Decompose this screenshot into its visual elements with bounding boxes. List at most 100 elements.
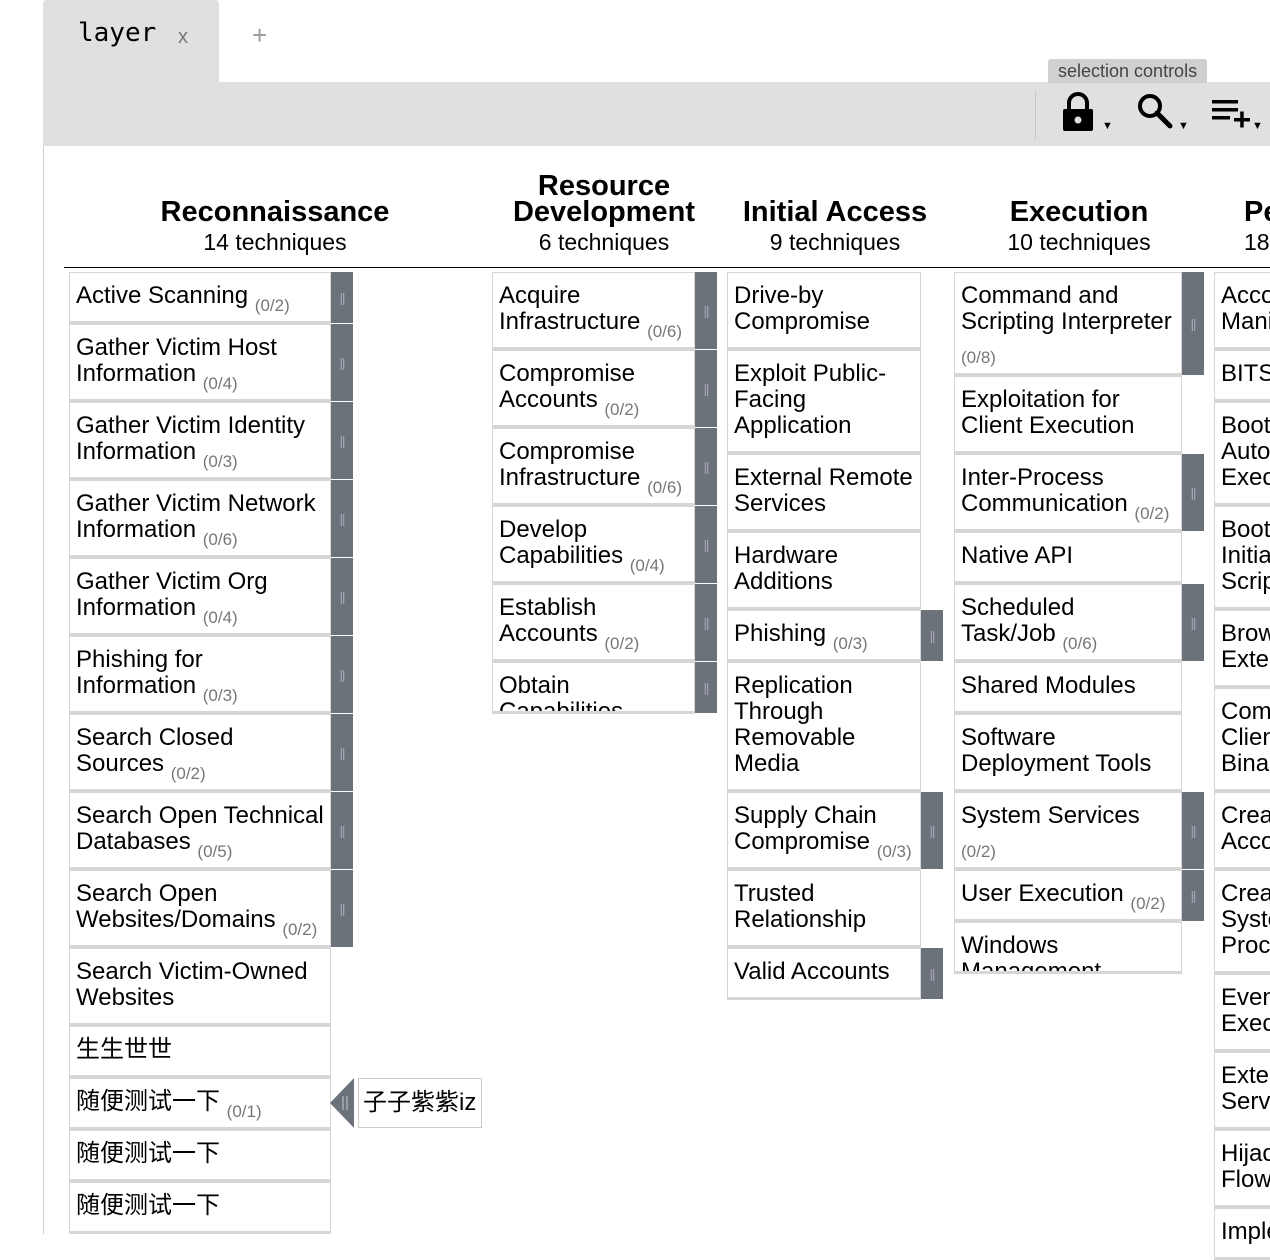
tactic-header[interactable]: Execution 10 techniques (969, 198, 1189, 257)
technique-cell[interactable]: Drive-by Compromise (727, 272, 921, 350)
technique-cell[interactable]: Compromise Infrastructure (0/6) (492, 428, 695, 506)
subtechnique-toggle-handle[interactable] (695, 272, 717, 349)
technique-cell[interactable]: Replication Through Removable Media (727, 662, 921, 792)
subtechnique-toggle-handle[interactable] (331, 480, 353, 557)
technique-cell[interactable]: Native API (954, 532, 1182, 584)
add-tab-button[interactable]: + (252, 20, 267, 51)
subtechnique-toggle-handle[interactable] (1182, 870, 1204, 921)
subtechnique-toggle-handle[interactable] (921, 610, 943, 661)
technique-cell[interactable]: Gather Victim Network Information (0/6) (69, 480, 331, 558)
technique-cell[interactable]: 随便测试一下 (69, 1130, 331, 1182)
tab-layer[interactable]: layer x (43, 0, 219, 82)
technique-cell[interactable]: External Remote Services (727, 454, 921, 532)
subtechnique-count: (0/2) (282, 920, 318, 939)
technique-name: Establish Accounts (499, 594, 598, 647)
subtechnique-toggle-handle[interactable] (1182, 792, 1204, 869)
technique-cell[interactable]: Phishing for Information (0/3) (69, 636, 331, 714)
subtechnique-toggle-handle[interactable] (1182, 454, 1204, 531)
technique-cell[interactable]: Supply Chain Compromise (0/3) (727, 792, 921, 870)
subtechnique-cell[interactable]: 子子紫紫iz (358, 1078, 482, 1128)
subtechnique-toggle-handle[interactable] (331, 714, 353, 791)
technique-cell[interactable]: Inter-Process Communication (0/2) (954, 454, 1182, 532)
subtechnique-toggle-handle[interactable] (331, 402, 353, 479)
technique-cell[interactable]: Gather Victim Org Information (0/4) (69, 558, 331, 636)
technique-cell[interactable]: Trusted Relationship (727, 870, 921, 948)
technique-name: Imple (1221, 1218, 1270, 1245)
search-dropdown-button[interactable]: ▼ (1136, 90, 1196, 138)
technique-cell[interactable]: Creat Acco (1214, 792, 1270, 870)
technique-cell[interactable]: Gather Victim Host Information (0/4) (69, 324, 331, 402)
technique-cell[interactable]: Acco Mani (1214, 272, 1270, 350)
technique-cell[interactable]: User Execution (0/2) (954, 870, 1182, 922)
subtechnique-handle[interactable] (330, 1078, 356, 1128)
technique-cell[interactable]: Search Open Technical Databases (0/5) (69, 792, 331, 870)
technique-cell[interactable]: Software Deployment Tools (954, 714, 1182, 792)
subtechnique-toggle-handle[interactable] (695, 584, 717, 661)
technique-cell[interactable]: Hardware Additions (727, 532, 921, 610)
technique-cell[interactable]: Even Exec (1214, 974, 1270, 1052)
playlist-add-dropdown-button[interactable]: ▼ (1210, 90, 1270, 138)
subtechnique-toggle-handle[interactable] (331, 558, 353, 635)
subtechnique-toggle-handle[interactable] (331, 792, 353, 869)
technique-cell[interactable]: Compromise Accounts (0/2) (492, 350, 695, 428)
technique-cell[interactable]: Exploit Public-Facing Application (727, 350, 921, 454)
chevron-down-icon: ▼ (1102, 120, 1113, 132)
tab-close-button[interactable]: x (178, 26, 188, 49)
technique-cell[interactable]: Com Clien Binar (1214, 688, 1270, 792)
technique-cell[interactable]: BITS (1214, 350, 1270, 402)
technique-name: Boot Initia Scrip (1221, 516, 1270, 595)
technique-cell[interactable]: Obtain Capabilities (0/6) (492, 662, 695, 714)
technique-cell[interactable]: 生生世世 (69, 1026, 331, 1078)
technique-cell[interactable]: Search Open Websites/Domains (0/2) (69, 870, 331, 948)
subtechnique-toggle-handle[interactable] (695, 662, 717, 713)
technique-cell[interactable]: Imple (1214, 1208, 1270, 1260)
technique-name: Even Exec (1221, 984, 1270, 1037)
technique-cell[interactable]: Brow Exter (1214, 610, 1270, 688)
technique-name: Shared Modules (961, 672, 1136, 699)
lock-dropdown-button[interactable]: ▼ (1060, 90, 1120, 138)
subtechnique-toggle-handle[interactable] (921, 792, 943, 869)
technique-cell[interactable]: Acquire Infrastructure (0/6) (492, 272, 695, 350)
tactic-header[interactable]: Pe 18 (1244, 198, 1270, 257)
technique-cell[interactable]: Boot Auto Exec (1214, 402, 1270, 506)
subtechnique-toggle-handle[interactable] (331, 636, 353, 713)
technique-cell[interactable]: Active Scanning (0/2) (69, 272, 331, 324)
subtechnique-toggle-handle[interactable] (1182, 272, 1204, 375)
technique-cell[interactable]: Creat Syste Proce (1214, 870, 1270, 974)
technique-cell[interactable]: Boot Initia Scrip (1214, 506, 1270, 610)
technique-cell[interactable]: Phishing (0/3) (727, 610, 921, 662)
subtechnique-toggle-handle[interactable] (921, 948, 943, 999)
technique-cell[interactable]: 随便测试一下 (0/1) (69, 1078, 331, 1130)
technique-name: 随便测试一下 (76, 1192, 220, 1219)
technique-cell[interactable]: Scheduled Task/Job (0/6) (954, 584, 1182, 662)
subtechnique-toggle-handle[interactable] (695, 506, 717, 583)
subtechnique-toggle-handle[interactable] (1182, 584, 1204, 661)
technique-cell[interactable]: Valid Accounts (0/4) (727, 948, 921, 1000)
technique-cell[interactable]: Exter Servi (1214, 1052, 1270, 1130)
subtechnique-toggle-handle[interactable] (331, 324, 353, 401)
technique-cell[interactable]: Search Victim-Owned Websites (69, 948, 331, 1026)
technique-name: Exploitation for Client Execution (961, 386, 1135, 439)
technique-cell[interactable]: Windows Management Instrumentation (954, 922, 1182, 974)
technique-cell[interactable]: Gather Victim Identity Information (0/3) (69, 402, 331, 480)
subtechnique-toggle-handle[interactable] (695, 350, 717, 427)
subtechnique-toggle-handle[interactable] (695, 428, 717, 505)
tactic-header[interactable]: Resource Development 6 techniques (494, 172, 714, 257)
subtechnique-count: (0/4) (202, 608, 238, 627)
technique-name: BITS (1221, 360, 1270, 387)
technique-cell[interactable]: 随便测试一下 (69, 1182, 331, 1234)
technique-cell[interactable]: Establish Accounts (0/2) (492, 584, 695, 662)
tactic-header[interactable]: Reconnaissance 14 techniques (140, 198, 410, 257)
technique-cell[interactable]: Command and Scripting Interpreter (0/8) (954, 272, 1182, 376)
tactic-header[interactable]: Initial Access 9 techniques (725, 198, 945, 257)
technique-name: Valid Accounts (734, 958, 890, 985)
technique-cell[interactable]: Search Closed Sources (0/2) (69, 714, 331, 792)
technique-cell[interactable]: Exploitation for Client Execution (954, 376, 1182, 454)
technique-cell[interactable]: Shared Modules (954, 662, 1182, 714)
subtechnique-toggle-handle[interactable] (331, 870, 353, 947)
technique-cell[interactable]: Develop Capabilities (0/4) (492, 506, 695, 584)
technique-name: External Remote Services (734, 464, 913, 517)
subtechnique-toggle-handle[interactable] (331, 272, 353, 323)
technique-cell[interactable]: Hijac Flow (1214, 1130, 1270, 1208)
technique-cell[interactable]: System Services (0/2) (954, 792, 1182, 870)
